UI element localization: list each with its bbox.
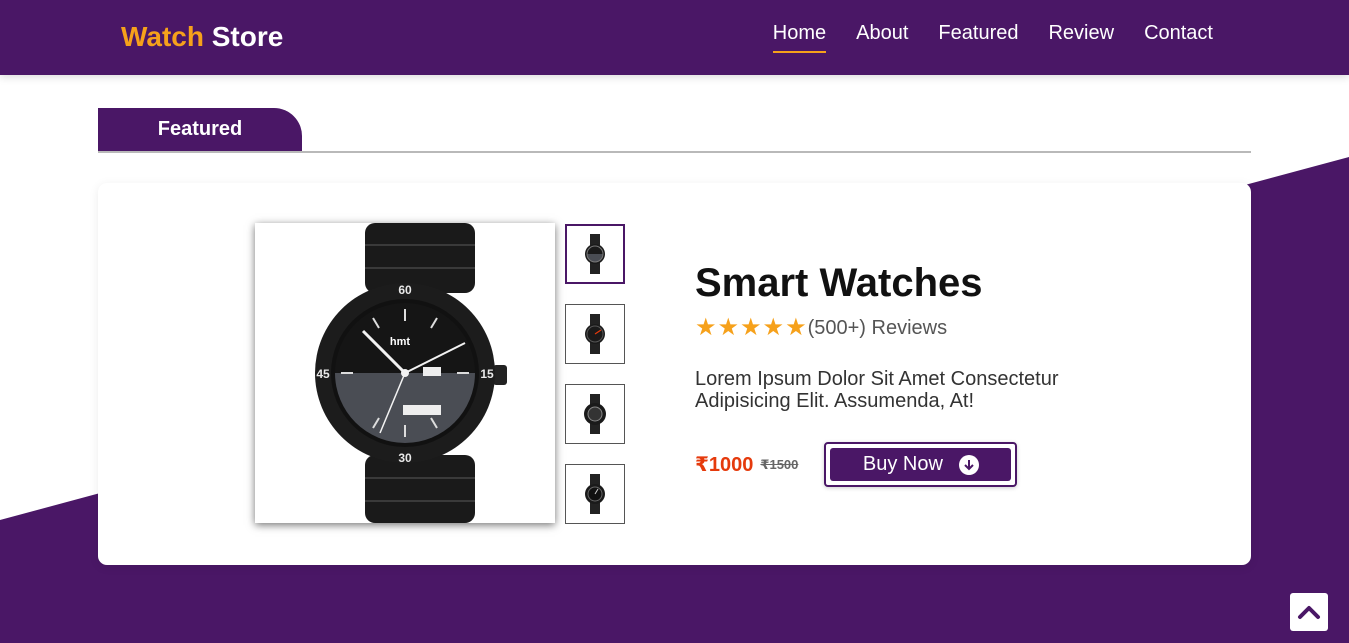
watch-thumbnail-icon	[585, 474, 605, 514]
price-row: ₹1000 ₹1500 Buy Now	[695, 442, 1018, 487]
thumbnail-list	[565, 224, 625, 544]
watch-brand: hmt	[390, 336, 411, 348]
watch-thumbnail-icon	[585, 234, 605, 274]
thumbnail-3[interactable]	[565, 384, 625, 444]
thumbnail-1[interactable]	[565, 224, 625, 284]
logo-text: Store	[203, 21, 284, 52]
site-header: Watch Store Home About Featured Review C…	[0, 0, 1349, 75]
bezel-number: 15	[480, 367, 494, 381]
product-card: 60 15 30 45 hmt Smart Watches ★ ★ ★ ★ ★ …	[98, 183, 1251, 565]
arrow-down-circle-icon	[958, 454, 979, 475]
bezel-number: 45	[316, 367, 330, 381]
nav-home[interactable]: Home	[772, 22, 827, 53]
product-info: Smart Watches ★ ★ ★ ★ ★ (500+) Reviews L…	[695, 261, 1095, 412]
thumbnail-4[interactable]	[565, 464, 625, 524]
nav-featured[interactable]: Featured	[938, 22, 1018, 53]
nav-contact[interactable]: Contact	[1144, 22, 1213, 53]
scroll-to-top-button[interactable]	[1290, 593, 1328, 631]
logo[interactable]: Watch Store	[121, 21, 283, 53]
star-icon: ★	[740, 314, 762, 341]
review-count: (500+) Reviews	[807, 316, 948, 339]
original-price: ₹1500	[760, 456, 799, 472]
star-icon: ★	[785, 314, 807, 341]
buy-now-label: Buy Now	[862, 453, 943, 475]
current-price: ₹1000	[695, 454, 754, 476]
watch-thumbnail-icon	[585, 314, 605, 354]
watch-illustration: 60 15 30 45 hmt	[315, 223, 507, 523]
bezel-number: 60	[398, 283, 412, 297]
chevron-up-icon	[1298, 606, 1320, 619]
main-nav: Home About Featured Review Contact	[772, 22, 1213, 53]
product-description: Lorem Ipsum Dolor Sit Amet Consectetur A…	[695, 368, 1059, 412]
section-heading: Featured	[98, 108, 1251, 153]
buy-now-button-frame: Buy Now	[824, 442, 1018, 487]
logo-accent: Watch	[121, 21, 204, 52]
star-icon: ★	[762, 314, 785, 341]
product-main-image: 60 15 30 45 hmt	[255, 223, 555, 523]
watch-thumbnail-icon	[584, 394, 606, 434]
buy-now-button[interactable]: Buy Now	[830, 448, 1012, 481]
nav-about[interactable]: About	[856, 22, 908, 53]
thumbnail-2[interactable]	[565, 304, 625, 364]
product-rating: ★ ★ ★ ★ ★ (500+) Reviews	[695, 316, 1095, 340]
tab-featured: Featured	[98, 108, 302, 151]
product-title: Smart Watches	[695, 261, 983, 305]
bezel-number: 30	[398, 451, 412, 465]
star-icon: ★	[695, 314, 717, 341]
nav-review[interactable]: Review	[1048, 22, 1114, 53]
star-icon: ★	[717, 314, 740, 341]
